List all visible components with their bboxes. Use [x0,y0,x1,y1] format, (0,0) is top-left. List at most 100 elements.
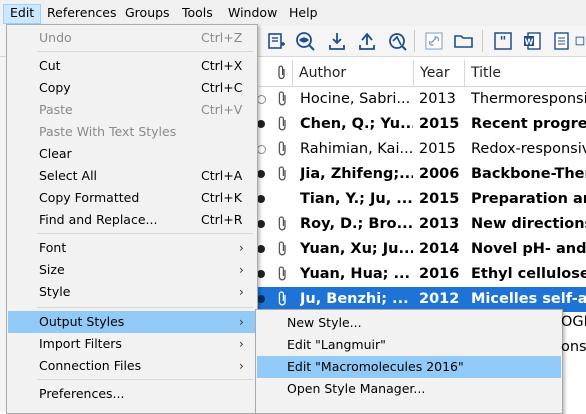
menu-references[interactable]: References [41,4,122,22]
menu-item-label: Undo [39,30,72,45]
menu-item-label: Copy Formatted [39,190,140,205]
table-row[interactable]: Tian, Y.; Ju, ... 2015 Preparation and [250,187,586,212]
new-reference-icon[interactable] [265,30,287,52]
year-cell: 2013 [419,216,460,232]
submenu-item-label: Edit "Macromolecules 2016" [287,359,464,374]
word-document-icon[interactable]: W [521,30,543,52]
menu-item-copy-formatted[interactable]: Copy Formatted Ctrl+K [8,187,256,209]
unread-status-icon[interactable] [257,270,265,278]
title-cell: Recent progress [471,116,586,132]
menu-item-shortcut: Ctrl+R [201,212,243,227]
menu-item-label: Style [39,284,71,299]
svg-text:": " [500,35,507,50]
chevron-right-icon: › [239,241,244,255]
title-cell: Preparation and [471,191,586,207]
attachment-icon [278,216,286,231]
unread-status-icon[interactable] [257,120,265,128]
unread-status-icon[interactable] [257,220,265,228]
title-cell: Novel pH- and [471,241,586,257]
toolbar-separator [482,30,483,52]
read-status-icon[interactable] [257,95,266,104]
table-row[interactable]: Hocine, Sabri... 2013 Thermoresponsive [250,87,586,112]
attachment-icon [278,166,286,181]
submenu-item-edit-langmuir[interactable]: Edit "Langmuir" [257,334,561,356]
table-row[interactable]: Yuan, Xu; Ju... 2014 Novel pH- and [250,237,586,262]
menu-item-label: Select All [39,168,98,183]
open-folder-icon[interactable] [453,30,475,52]
toolbar-overflow-icon[interactable] [575,30,586,52]
find-full-text-icon[interactable] [386,30,408,52]
menu-item-paste-with-text-styles[interactable]: Paste With Text Styles [8,121,256,143]
output-styles-submenu: New Style... Edit "Langmuir" Edit "Macromo… [255,309,563,414]
attachment-icon [278,291,286,306]
format-paper-icon[interactable] [551,30,573,52]
menu-item-select-all[interactable]: Select All Ctrl+A [8,165,256,187]
submenu-item-open-style-manager[interactable]: Open Style Manager... [257,378,561,400]
menu-item-label: Find and Replace... [39,212,158,227]
author-cell: Rahimian, Kai... [300,141,413,157]
menu-item-label: Import Filters [39,336,122,351]
submenu-item-edit-macromolecules-2016[interactable]: Edit "Macromolecules 2016" [257,356,561,378]
unread-status-icon[interactable] [257,245,265,253]
menu-item-label: Clear [39,146,72,161]
menu-groups[interactable]: Groups [119,4,176,22]
download-icon[interactable] [326,30,348,52]
menu-item-label: Size [39,262,65,277]
year-cell: 2015 [419,191,460,207]
menu-item-cut[interactable]: Cut Ctrl+X [8,55,256,77]
menu-item-label: Copy [39,80,71,95]
menu-help[interactable]: Help [283,4,324,22]
chevron-right-icon: › [239,263,244,277]
chevron-right-icon: › [239,285,244,299]
menu-edit[interactable]: Edit [3,4,42,24]
menu-window[interactable]: Window [222,4,283,22]
menu-item-undo[interactable]: Undo Ctrl+Z [8,27,256,49]
title-cell: Redox-responsive [471,141,586,157]
menu-item-shortcut: Ctrl+X [201,58,243,73]
table-row[interactable]: Jia, Zhifeng;... 2006 Backbone-Ther [250,162,586,187]
menu-item-find-and-replace[interactable]: Find and Replace... Ctrl+R [8,209,256,231]
menu-item-shortcut: Ctrl+C [201,80,243,95]
attachment-icon [278,241,286,256]
menu-item-import-filters[interactable]: Import Filters › [8,333,256,355]
hidden-title-fragment: OGI [561,314,586,330]
author-cell: Yuan, Hua; ... [300,266,411,282]
menu-item-clear[interactable]: Clear [8,143,256,165]
unread-status-icon[interactable] [257,170,265,178]
table-row[interactable]: Roy, D.; Bro... 2013 New directions [250,212,586,237]
table-header: Author Year Title [250,60,586,87]
link-icon[interactable] [423,30,445,52]
year-column-header[interactable]: Year [413,60,464,86]
menu-item-style[interactable]: Style › [8,281,256,303]
upload-icon[interactable] [356,30,378,52]
menu-item-paste[interactable]: Paste Ctrl+V [8,99,256,121]
unread-status-icon[interactable] [257,295,265,303]
menu-item-font[interactable]: Font › [8,237,256,259]
edit-menu: Undo Ctrl+Z Cut Ctrl+X Copy Ctrl+C Paste Ctrl+V… [6,24,258,414]
author-cell: Tian, Y.; Ju, ... [300,191,413,207]
menu-item-copy[interactable]: Copy Ctrl+C [8,77,256,99]
menu-item-size[interactable]: Size › [8,259,256,281]
online-search-icon[interactable] [294,30,316,52]
table-row[interactable]: Rahimian, Kai... 2015 Redox-responsive [250,137,586,162]
submenu-item-new-style[interactable]: New Style... [257,312,561,334]
menu-item-label: Paste [39,102,73,117]
read-status-icon[interactable] [257,145,266,154]
table-row[interactable]: Chen, Q.; Yu... 2015 Recent progress [250,112,586,137]
chevron-right-icon: › [239,359,244,373]
menu-item-connection-files[interactable]: Connection Files › [8,355,256,377]
year-cell: 2016 [419,266,460,282]
title-column-header[interactable]: Title [464,60,586,86]
menu-separator [37,51,253,52]
author-column-header[interactable]: Author [292,60,413,86]
attachment-icon [278,141,286,156]
author-cell: Jia, Zhifeng;... [300,166,413,182]
table-row[interactable]: Yuan, Hua; ... 2016 Ethyl cellulose [250,262,586,287]
attachment-icon [278,91,286,106]
menu-item-preferences[interactable]: Preferences... [8,383,256,405]
unread-status-icon[interactable] [257,195,265,203]
menu-item-output-styles[interactable]: Output Styles › [8,311,256,333]
insert-citation-icon[interactable]: " [492,30,514,52]
menu-tools[interactable]: Tools [176,4,219,22]
attachment-column-header[interactable] [270,60,292,86]
